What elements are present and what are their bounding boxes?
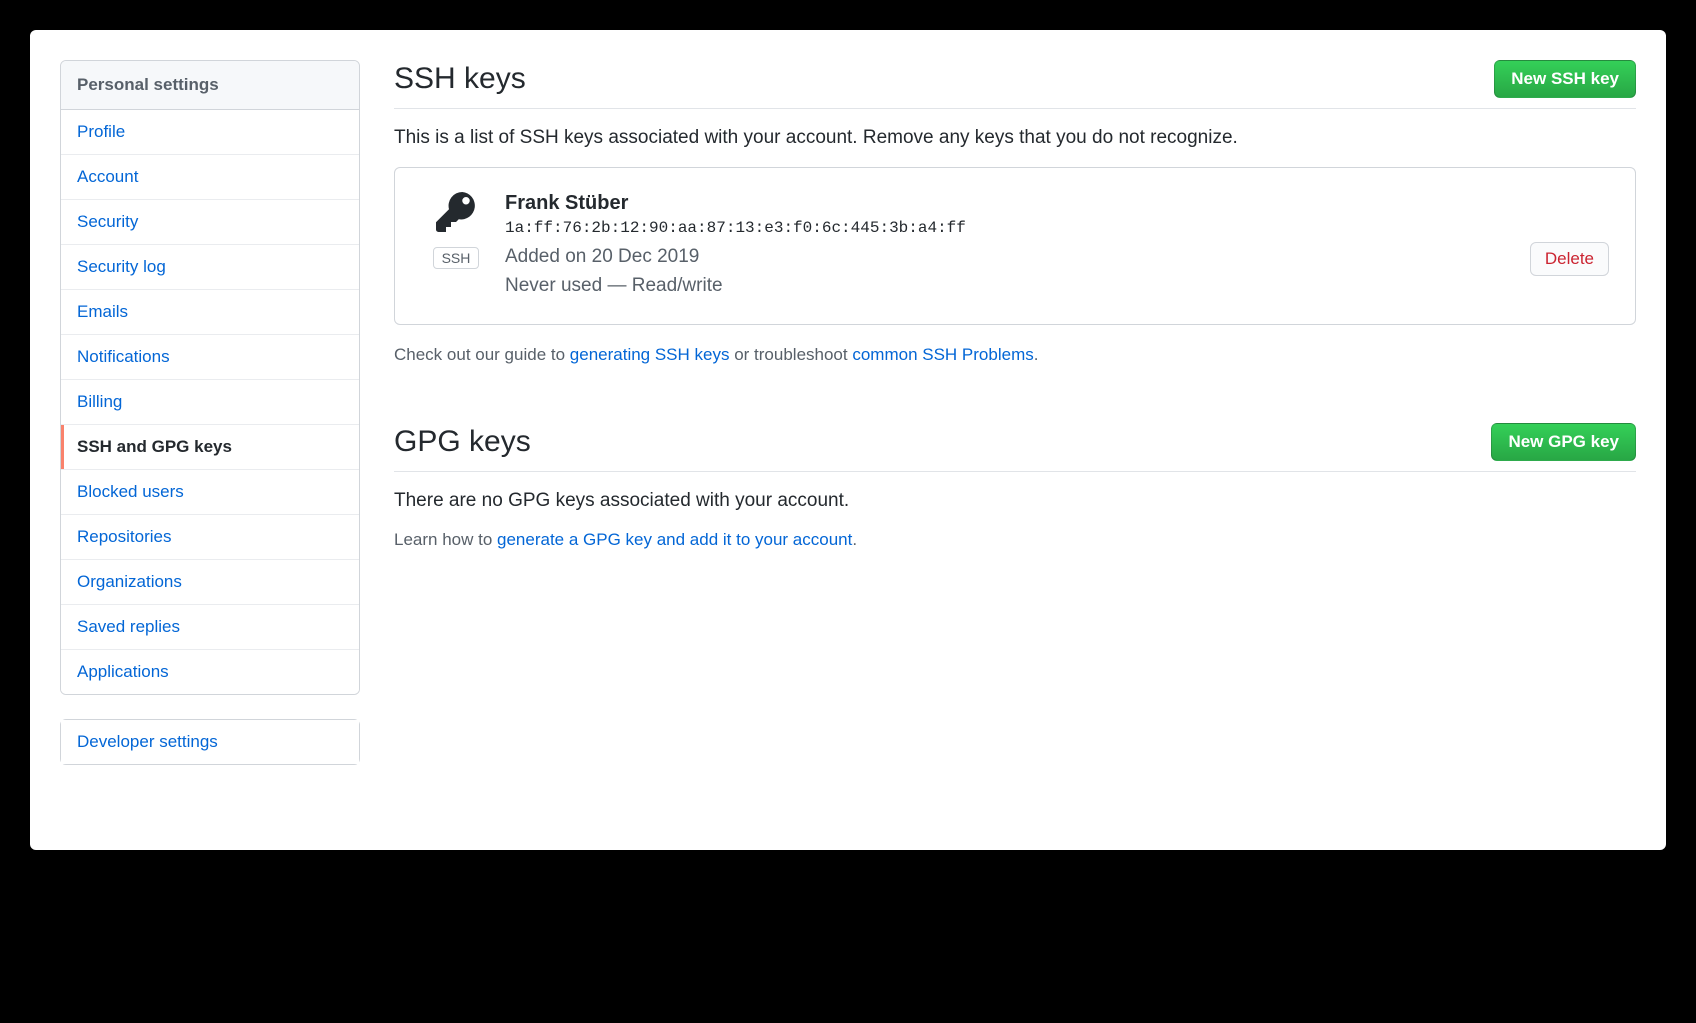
- gpg-guide-suffix: .: [852, 530, 857, 549]
- ssh-guide-prefix: Check out our guide to: [394, 345, 570, 364]
- sidebar-item-repositories[interactable]: Repositories: [61, 515, 359, 560]
- ssh-key-added: Added on 20 Dec 2019: [505, 243, 1530, 272]
- sidebar-item-developer-settings[interactable]: Developer settings: [61, 720, 359, 764]
- sidebar-item-blocked-users[interactable]: Blocked users: [61, 470, 359, 515]
- sidebar-heading: Personal settings: [61, 61, 359, 110]
- ssh-title: SSH keys: [394, 62, 526, 96]
- settings-sidebar: Personal settings Profile Account Securi…: [60, 60, 360, 820]
- ssh-guide-text: Check out our guide to generating SSH ke…: [394, 345, 1636, 365]
- sidebar-item-emails[interactable]: Emails: [61, 290, 359, 335]
- delete-ssh-key-button[interactable]: Delete: [1530, 242, 1609, 276]
- ssh-key-name: Frank Stüber: [505, 192, 1530, 215]
- generating-ssh-keys-link[interactable]: generating SSH keys: [570, 345, 730, 364]
- sidebar-item-security[interactable]: Security: [61, 200, 359, 245]
- gpg-title: GPG keys: [394, 425, 531, 459]
- sidebar-item-profile[interactable]: Profile: [61, 110, 359, 155]
- gpg-description: There are no GPG keys associated with yo…: [394, 490, 1636, 512]
- gpg-guide-prefix: Learn how to: [394, 530, 497, 549]
- gpg-section-header: GPG keys New GPG key: [394, 423, 1636, 472]
- sidebar-item-notifications[interactable]: Notifications: [61, 335, 359, 380]
- sidebar-item-security-log[interactable]: Security log: [61, 245, 359, 290]
- sidebar-item-billing[interactable]: Billing: [61, 380, 359, 425]
- gpg-section: GPG keys New GPG key There are no GPG ke…: [394, 423, 1636, 550]
- settings-menu: Personal settings Profile Account Securi…: [60, 60, 360, 695]
- sidebar-item-organizations[interactable]: Organizations: [61, 560, 359, 605]
- generate-gpg-key-link[interactable]: generate a GPG key and add it to your ac…: [497, 530, 852, 549]
- ssh-guide-mid: or troubleshoot: [729, 345, 852, 364]
- ssh-section-header: SSH keys New SSH key: [394, 60, 1636, 109]
- main-content: SSH keys New SSH key This is a list of S…: [360, 60, 1636, 820]
- ssh-key-item: SSH Frank Stüber 1a:ff:76:2b:12:90:aa:87…: [394, 167, 1636, 325]
- settings-menu-secondary: Developer settings: [60, 719, 360, 765]
- ssh-key-details: Frank Stüber 1a:ff:76:2b:12:90:aa:87:13:…: [505, 192, 1530, 300]
- ssh-guide-suffix: .: [1034, 345, 1039, 364]
- gpg-guide-text: Learn how to generate a GPG key and add …: [394, 530, 1636, 550]
- ssh-badge: SSH: [433, 247, 480, 269]
- ssh-description: This is a list of SSH keys associated wi…: [394, 127, 1636, 149]
- sidebar-item-account[interactable]: Account: [61, 155, 359, 200]
- ssh-key-icon-column: SSH: [421, 192, 491, 269]
- ssh-key-status: Never used — Read/write: [505, 272, 1530, 301]
- ssh-key-fingerprint: 1a:ff:76:2b:12:90:aa:87:13:e3:f0:6c:445:…: [505, 219, 1530, 237]
- sidebar-item-saved-replies[interactable]: Saved replies: [61, 605, 359, 650]
- key-icon: [436, 192, 476, 237]
- new-ssh-key-button[interactable]: New SSH key: [1494, 60, 1636, 98]
- new-gpg-key-button[interactable]: New GPG key: [1491, 423, 1636, 461]
- common-ssh-problems-link[interactable]: common SSH Problems: [852, 345, 1033, 364]
- sidebar-item-applications[interactable]: Applications: [61, 650, 359, 694]
- sidebar-item-ssh-gpg-keys[interactable]: SSH and GPG keys: [61, 425, 359, 470]
